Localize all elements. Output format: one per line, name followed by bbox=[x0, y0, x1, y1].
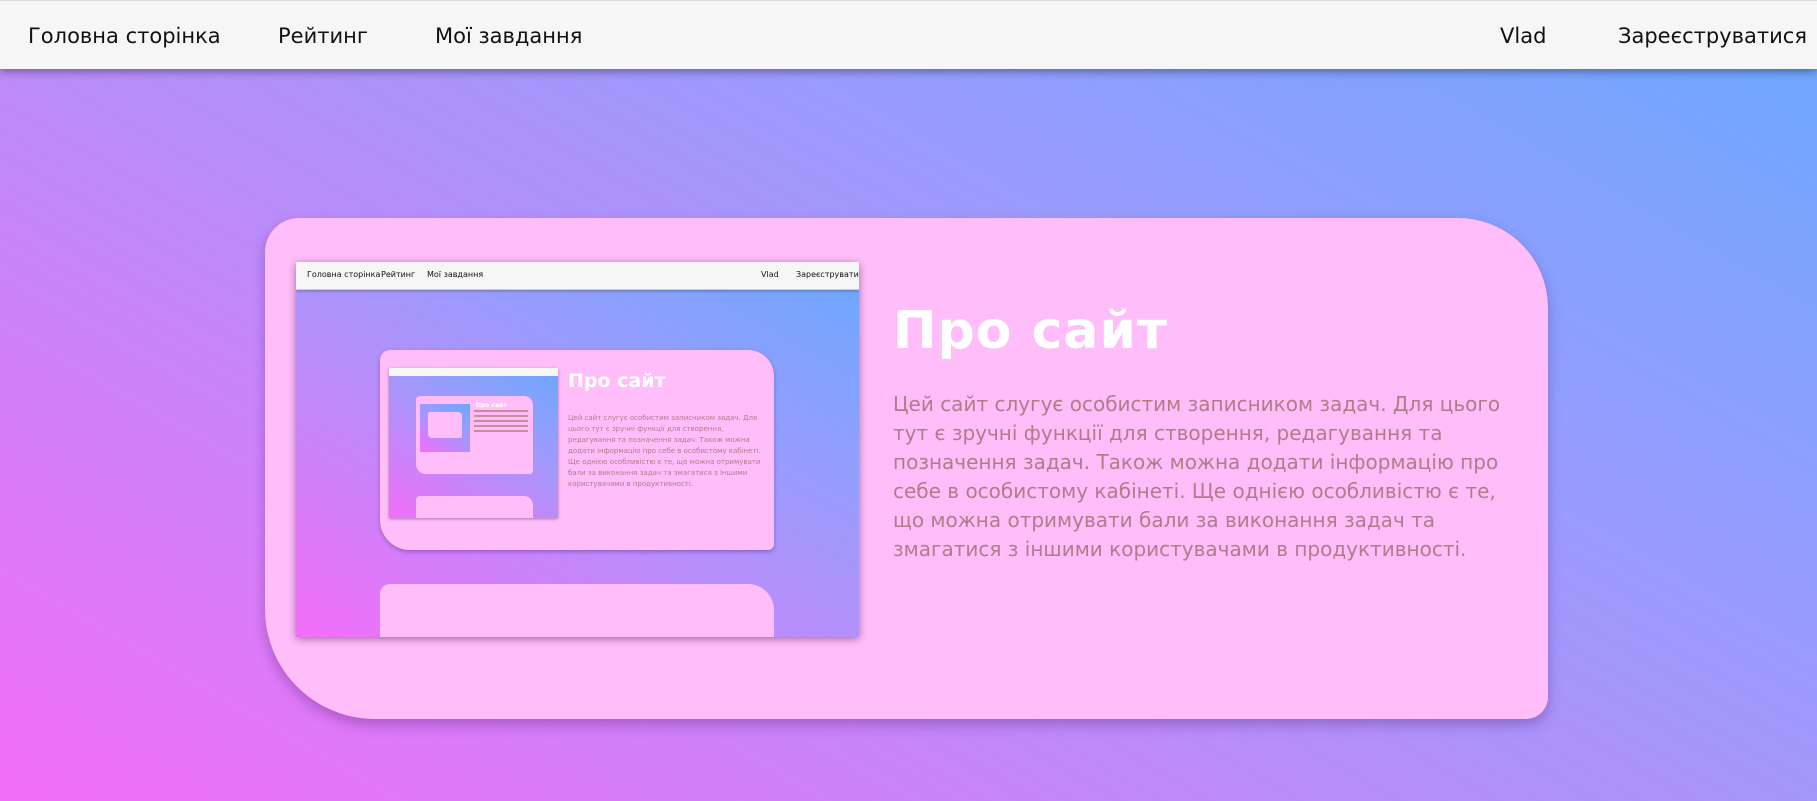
nested-second-card bbox=[416, 496, 533, 518]
nav-rating-link[interactable]: Рейтинг bbox=[278, 23, 368, 49]
nav-register-link[interactable]: Зареєструватися bbox=[1618, 23, 1807, 49]
nested-about-card: Про сайт bbox=[416, 396, 533, 474]
nav-home-link[interactable]: Головна сторінка bbox=[28, 23, 221, 49]
about-card: Головна сторінка Рейтинг Мої завдання Vl… bbox=[265, 218, 1548, 719]
about-title: Про сайт bbox=[893, 300, 1169, 361]
site-screenshot-image: Головна сторінка Рейтинг Мої завдання Vl… bbox=[296, 262, 859, 637]
screenshot-nav-home: Головна сторінка bbox=[307, 270, 381, 279]
nested-title: Про сайт bbox=[476, 402, 507, 409]
nested-screenshot-image: Про сайт bbox=[389, 368, 558, 518]
screenshot-nav-rating: Рейтинг bbox=[381, 270, 416, 279]
nav-user-link[interactable]: Vlad bbox=[1500, 23, 1546, 49]
top-navbar: Головна сторінка Рейтинг Мої завдання Vl… bbox=[0, 0, 1817, 69]
screenshot-nav-register: Зареєструватися bbox=[796, 270, 859, 279]
micro-screenshot-image bbox=[420, 404, 470, 452]
screenshot-second-card bbox=[380, 584, 774, 637]
micro-card bbox=[428, 412, 462, 438]
screenshot-text: Цей сайт слугує особистим записником зад… bbox=[568, 414, 761, 488]
screenshot-nav-tasks: Мої завдання bbox=[427, 270, 484, 279]
nav-tasks-link[interactable]: Мої завдання bbox=[435, 23, 582, 49]
screenshot-nav-user: Vlad bbox=[761, 270, 779, 279]
nested-text-lines bbox=[474, 410, 528, 435]
screenshot-title: Про сайт bbox=[568, 370, 666, 392]
about-description: Цей сайт слугує особистим записником зад… bbox=[893, 392, 1501, 561]
screenshot-about-card: Про сайт Про сайт Цей сайт слугує особис… bbox=[380, 350, 774, 550]
nested-navbar bbox=[389, 368, 558, 376]
screenshot-navbar: Головна сторінка Рейтинг Мої завдання Vl… bbox=[296, 262, 859, 290]
